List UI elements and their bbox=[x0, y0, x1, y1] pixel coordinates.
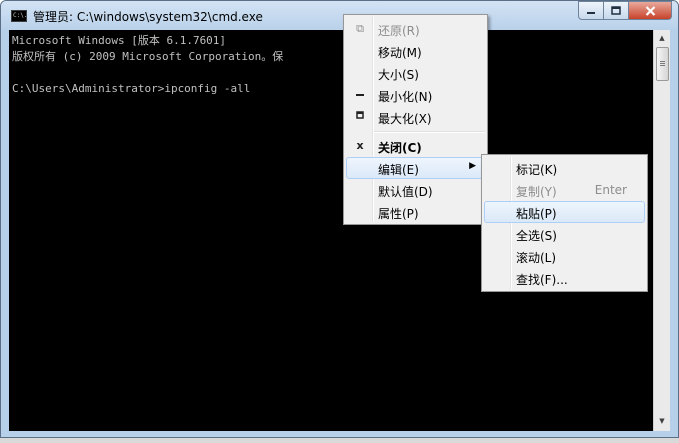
close-icon: x bbox=[356, 139, 364, 152]
menu-item-move[interactable]: 移动(M) bbox=[346, 40, 485, 62]
menu-item-label: 默认值(D) bbox=[378, 185, 433, 199]
menu-item-label: 复制(Y) bbox=[516, 185, 557, 199]
menu-item-defaults[interactable]: 默认值(D) bbox=[346, 179, 485, 201]
minimize-button[interactable] bbox=[578, 1, 604, 20]
scroll-down-arrow-icon[interactable]: ▼ bbox=[654, 413, 670, 430]
menu-item-shortcut: Enter bbox=[594, 183, 627, 197]
window-title: 管理员: C:\windows\system32\cmd.exe bbox=[33, 10, 263, 24]
menu-item-close[interactable]: x 关闭(C) bbox=[346, 135, 485, 157]
menu-item-scroll[interactable]: 滚动(L) bbox=[484, 245, 645, 267]
restore-icon: ⧉ bbox=[356, 22, 364, 35]
close-button[interactable] bbox=[629, 1, 672, 20]
system-menu: ⧉ 还原(R) 移动(M) 大小(S) 最小化(N) 最大化(X) x 关闭(C… bbox=[343, 14, 488, 225]
menu-item-label: 编辑(E) bbox=[378, 163, 419, 177]
menu-item-minimize[interactable]: 最小化(N) bbox=[346, 84, 485, 106]
menu-item-maximize[interactable]: 最大化(X) bbox=[346, 106, 485, 128]
menu-item-label: 查找(F)... bbox=[516, 273, 568, 287]
console-line: Microsoft Windows [版本 6.1.7601] bbox=[12, 34, 227, 47]
menu-item-label: 大小(S) bbox=[378, 68, 419, 82]
maximize-icon bbox=[354, 110, 366, 123]
menu-item-paste[interactable]: 粘贴(P) bbox=[484, 201, 645, 223]
console-line: 版权所有 (c) 2009 Microsoft Corporation。保 bbox=[12, 50, 284, 63]
grip-line bbox=[660, 63, 665, 64]
menu-separator bbox=[374, 131, 485, 133]
grip-line bbox=[660, 61, 665, 62]
menu-item-label: 全选(S) bbox=[516, 229, 557, 243]
close-icon bbox=[645, 5, 655, 16]
submenu-arrow-icon: ▶ bbox=[469, 161, 476, 171]
menu-item-size[interactable]: 大小(S) bbox=[346, 62, 485, 84]
menu-item-label: 关闭(C) bbox=[378, 141, 422, 155]
scroll-up-arrow-icon[interactable]: ▲ bbox=[654, 30, 670, 47]
minimize-icon bbox=[354, 88, 366, 101]
menu-item-edit[interactable]: 编辑(E) ▶ bbox=[346, 157, 485, 179]
maximize-icon bbox=[611, 6, 621, 15]
cmd-app-icon[interactable]: C:\. bbox=[11, 10, 27, 22]
maximize-button[interactable] bbox=[604, 1, 629, 20]
menu-item-label: 粘贴(P) bbox=[516, 207, 557, 221]
grip-line bbox=[660, 65, 665, 66]
caption-buttons bbox=[578, 1, 672, 21]
menu-item-copy[interactable]: 复制(Y) Enter bbox=[484, 179, 645, 201]
console-prompt-line: C:\Users\Administrator>ipconfig -all bbox=[12, 82, 251, 95]
menu-item-label: 属性(P) bbox=[378, 207, 419, 221]
menu-item-label: 标记(K) bbox=[516, 163, 558, 177]
edit-submenu: 标记(K) 复制(Y) Enter 粘贴(P) 全选(S) 滚动(L) 查找(F… bbox=[481, 154, 648, 292]
bottom-edge bbox=[0, 438, 679, 443]
vertical-scrollbar[interactable]: ▲ ▼ bbox=[653, 30, 670, 431]
menu-item-label: 最小化(N) bbox=[378, 90, 433, 104]
menu-item-restore[interactable]: ⧉ 还原(R) bbox=[346, 18, 485, 40]
menu-item-properties[interactable]: 属性(P) bbox=[346, 201, 485, 223]
menu-item-label: 移动(M) bbox=[378, 46, 422, 60]
title-bar[interactable]: C:\. 管理员: C:\windows\system32\cmd.exe bbox=[1, 1, 678, 30]
menu-item-select-all[interactable]: 全选(S) bbox=[484, 223, 645, 245]
menu-item-label: 还原(R) bbox=[378, 24, 420, 38]
menu-item-find[interactable]: 查找(F)... bbox=[484, 267, 645, 289]
minimize-icon bbox=[587, 11, 595, 14]
menu-item-label: 最大化(X) bbox=[378, 112, 432, 126]
menu-item-mark[interactable]: 标记(K) bbox=[484, 157, 645, 179]
scrollbar-thumb[interactable] bbox=[656, 47, 669, 81]
menu-item-label: 滚动(L) bbox=[516, 251, 557, 265]
